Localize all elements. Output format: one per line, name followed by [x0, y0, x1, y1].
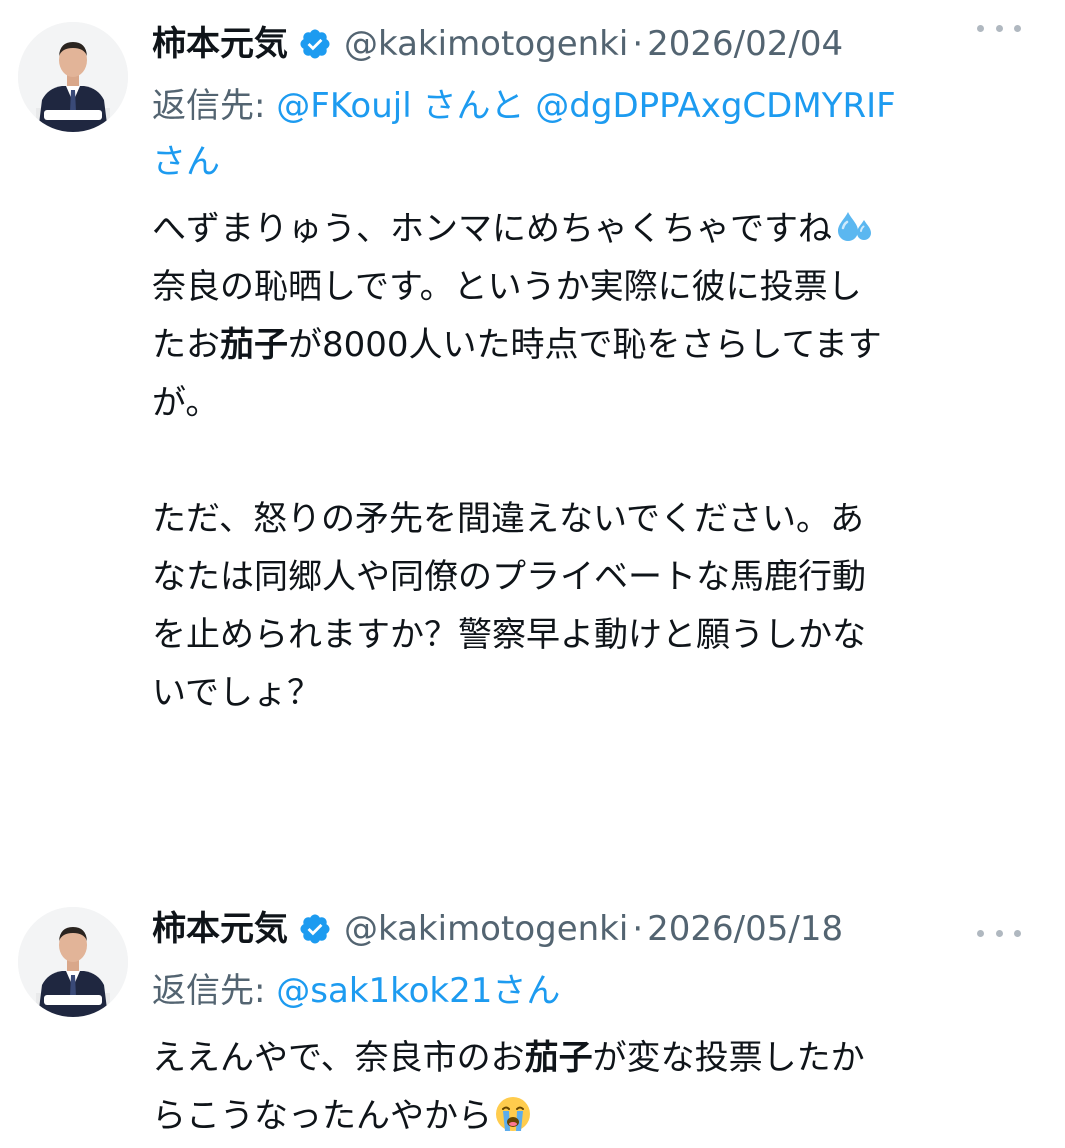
text-line: ただ、怒りの矛先を間違えないでください。あ	[152, 499, 864, 539]
text-line: へずまりゅう、ホンマにめちゃくちゃですね	[152, 200, 1012, 258]
avatar[interactable]	[18, 22, 128, 132]
timestamp[interactable]: 2026/05/18	[647, 903, 843, 955]
mention-link[interactable]: @dgDPPAxgCDMYRIF	[535, 86, 895, 126]
separator: ·	[632, 24, 644, 64]
text-line: ええんやで、奈良市のお茄子が変な投票したか	[152, 1038, 865, 1078]
timestamp[interactable]: 2026/02/04	[647, 18, 843, 70]
verified-badge-icon	[300, 29, 330, 59]
text-line: を止められますか？警察早よ動けと願うしかな	[152, 615, 866, 655]
reply-to-line: 返信先: @FKoujl さんと @dgDPPAxgCDMYRIF さん	[152, 78, 1012, 190]
text-line: 奈良の恥晒しです。というか実際に彼に投票し	[152, 267, 862, 307]
text-line: なたは同郷人や同僚のプライベートな馬鹿行動	[152, 557, 866, 597]
verified-badge-icon	[300, 914, 330, 944]
text-line: が。	[152, 383, 220, 423]
crying-face-icon	[496, 1097, 530, 1131]
mention-link[interactable]: @sak1kok21	[276, 971, 492, 1011]
reply-suffix: さん	[492, 971, 561, 1011]
separator: ·	[632, 909, 644, 949]
display-name[interactable]: 柿本元気	[152, 903, 288, 955]
mention-link[interactable]: @FKoujl	[276, 86, 411, 126]
sweat-droplets-icon	[838, 212, 871, 241]
more-options-icon[interactable]	[977, 927, 1021, 939]
handle[interactable]: @kakimotogenki	[344, 18, 628, 70]
handle[interactable]: @kakimotogenki	[344, 903, 628, 955]
text-line: らこうなったんやから	[152, 1087, 1012, 1145]
reply-prefix: 返信先:	[152, 86, 277, 126]
tweet-text: ええんやで、奈良市のお茄子が変な投票したか らこうなったんやから	[152, 1029, 1012, 1145]
avatar[interactable]	[18, 907, 128, 1017]
reply-prefix: 返信先:	[152, 971, 277, 1011]
display-name[interactable]: 柿本元気	[152, 18, 288, 70]
text-line: たお茄子が8000人いた時点で恥をさらしてます	[152, 325, 882, 365]
reply-to-line: 返信先: @sak1kok21さん	[152, 963, 1012, 1019]
text-line: いでしょ？	[152, 673, 321, 713]
reply-connector: さんと	[411, 86, 536, 126]
more-options-icon[interactable]	[977, 22, 1021, 34]
tweet-text: へずまりゅう、ホンマにめちゃくちゃですね 奈良の恥晒しです。というか実際に彼に投…	[152, 200, 1012, 722]
reply-suffix: さん	[152, 142, 220, 182]
tweet-header: 柿本元気 @kakimotogenki · 2026/05/18	[152, 903, 1045, 955]
tweet-header: 柿本元気 @kakimotogenki · 2026/02/04	[152, 18, 1045, 70]
